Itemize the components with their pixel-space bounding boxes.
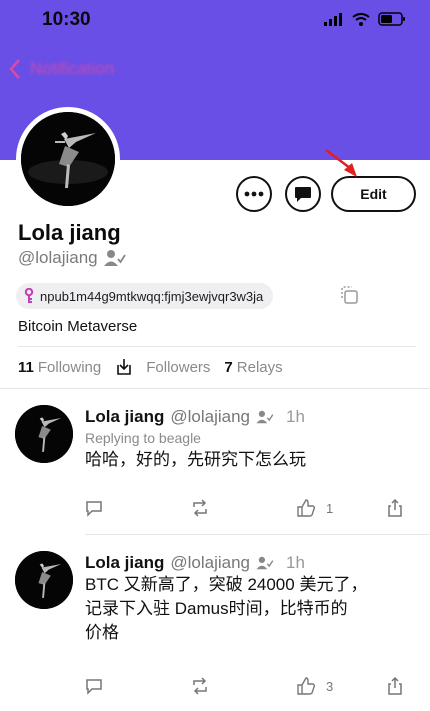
back-label: Notification bbox=[30, 59, 115, 78]
comment-icon bbox=[86, 679, 102, 695]
profile-handle: @lolajiang bbox=[18, 248, 98, 267]
post-text-line: BTC 又新高了，突破 24000 美元了， bbox=[85, 575, 368, 594]
more-icon bbox=[244, 191, 264, 197]
post-text-line: 价格 bbox=[85, 623, 119, 642]
dancer-photo bbox=[21, 112, 115, 206]
repost-button[interactable] bbox=[190, 499, 210, 517]
key-icon bbox=[24, 288, 34, 303]
post-text: BTC 又新高了，突破 24000 美元了， 记录下入驻 Damus时间，比特币… bbox=[85, 573, 410, 645]
signal-icon bbox=[324, 12, 342, 26]
post-text-line: 记录下入驻 Damus时间，比特币的 bbox=[85, 599, 348, 618]
post-handle: @lolajiang bbox=[170, 553, 250, 572]
following-label: Following bbox=[37, 358, 102, 376]
share-button[interactable] bbox=[387, 677, 403, 695]
wifi-icon bbox=[352, 12, 370, 26]
back-button[interactable]: Notification bbox=[8, 58, 114, 80]
download-icon[interactable] bbox=[114, 357, 134, 377]
verified-user-icon bbox=[103, 250, 126, 266]
like-count: 3 bbox=[326, 678, 334, 694]
post-author[interactable]: Lola jiang bbox=[85, 553, 164, 573]
post-handle: @lolajiang bbox=[170, 407, 250, 426]
following-count: 11 bbox=[18, 358, 34, 376]
profile-handle-row: @lolajiang bbox=[18, 248, 126, 268]
profile-name: Lola jiang bbox=[18, 220, 121, 245]
replying-to[interactable]: Replying to beagle bbox=[85, 430, 201, 446]
like-button[interactable]: 3 bbox=[296, 677, 333, 695]
divider bbox=[85, 534, 430, 535]
post-header: Lola jiang @lolajiang 1h bbox=[85, 553, 305, 573]
copy-icon[interactable] bbox=[339, 285, 359, 305]
divider bbox=[0, 388, 430, 389]
post-header: Lola jiang @lolajiang 1h bbox=[85, 407, 305, 427]
comment-button[interactable] bbox=[85, 499, 103, 517]
status-icons bbox=[324, 12, 406, 26]
share-icon bbox=[388, 499, 402, 517]
following-stat[interactable]: 11 Following bbox=[18, 359, 101, 376]
like-button[interactable]: 1 bbox=[296, 499, 333, 517]
edit-profile-button[interactable]: Edit bbox=[331, 176, 416, 212]
battery-icon bbox=[378, 12, 405, 26]
post-time: 1h bbox=[285, 553, 305, 572]
relays-stat[interactable]: 7 Relays bbox=[224, 359, 282, 376]
divider bbox=[18, 346, 416, 347]
followers-label[interactable]: Followers bbox=[146, 359, 210, 376]
more-options-button[interactable] bbox=[236, 176, 272, 212]
like-icon bbox=[297, 499, 316, 517]
pubkey-pill[interactable]: npub1m44g9mtkwqq:fjmj3ewjvqr3w3ja bbox=[16, 283, 274, 309]
verified-user-icon bbox=[256, 410, 274, 424]
repost-icon bbox=[193, 499, 207, 517]
dancer-photo bbox=[15, 551, 73, 609]
dancer-photo bbox=[15, 405, 73, 463]
like-count: 1 bbox=[326, 500, 334, 516]
relays-count: 7 bbox=[224, 358, 233, 376]
avatar[interactable] bbox=[16, 107, 120, 211]
repost-button[interactable] bbox=[190, 677, 210, 695]
verified-user-icon bbox=[256, 556, 274, 570]
comment-button[interactable] bbox=[85, 677, 103, 695]
post-time: 1h bbox=[285, 407, 305, 426]
share-button[interactable] bbox=[387, 499, 403, 517]
post-avatar[interactable] bbox=[15, 405, 73, 463]
share-icon bbox=[388, 677, 402, 695]
relays-label: Relays bbox=[236, 358, 283, 376]
like-icon bbox=[297, 677, 316, 695]
comment-icon bbox=[86, 501, 102, 517]
repost-icon bbox=[193, 677, 207, 695]
status-time: 10:30 bbox=[42, 9, 91, 30]
profile-stats: 11 Following Followers 7 Relays bbox=[18, 357, 283, 377]
post-avatar[interactable] bbox=[15, 551, 73, 609]
post-text: 哈哈，好的，先研究下怎么玩 bbox=[85, 450, 306, 469]
annotation-arrow bbox=[325, 149, 357, 177]
pubkey-text: npub1m44g9mtkwqq:fjmj3ewjvqr3w3ja bbox=[40, 288, 264, 304]
message-icon bbox=[295, 187, 311, 202]
chevron-left-icon bbox=[9, 59, 20, 79]
post-author[interactable]: Lola jiang bbox=[85, 407, 164, 427]
profile-about: Bitcoin Metaverse bbox=[18, 318, 138, 335]
message-button[interactable] bbox=[285, 176, 321, 212]
